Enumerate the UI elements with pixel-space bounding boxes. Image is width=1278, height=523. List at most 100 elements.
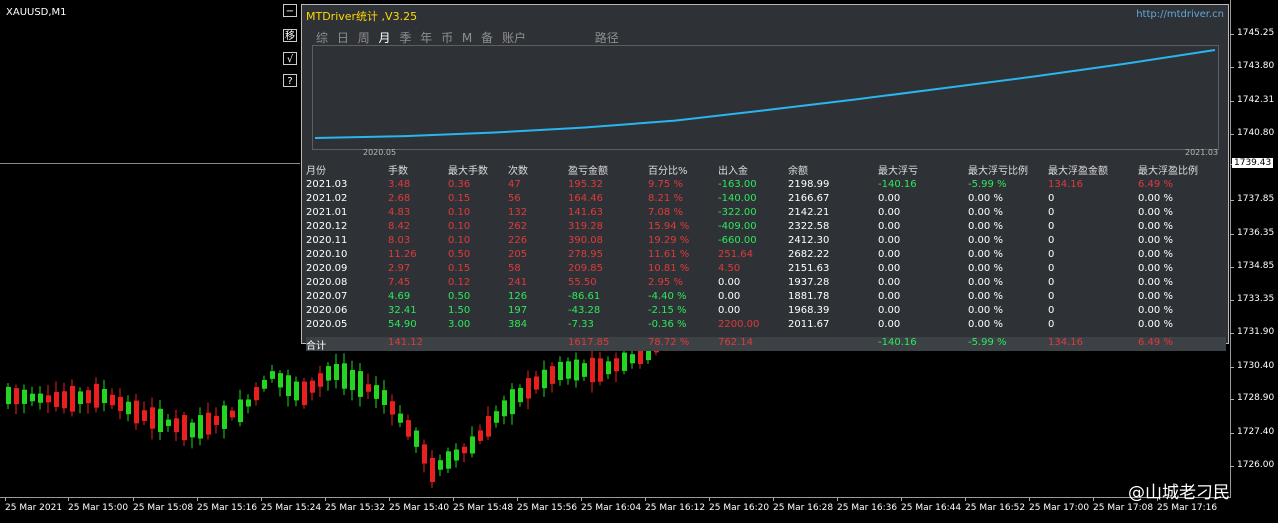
cell-month: 2020.09: [306, 263, 348, 274]
cell-count: 58: [508, 263, 521, 274]
candle-up: [542, 369, 547, 389]
table-row[interactable]: 2020.10 11.26 0.50 205 278.95 11.61 % 251.64 26…: [306, 249, 1226, 263]
cell-month: 2020.12: [306, 221, 348, 232]
col-balance[interactable]: 余额: [788, 162, 808, 177]
time-tick: [837, 497, 838, 501]
cell-max-float-loss: 0.00: [878, 305, 901, 316]
candle-down: [174, 418, 179, 433]
candle-up: [374, 385, 379, 399]
cell-max-float-loss: 0.00: [878, 207, 901, 218]
col-month[interactable]: 月份: [306, 162, 326, 177]
col-max-float-profit[interactable]: 最大浮盈金额: [1048, 162, 1108, 177]
col-max-float-loss[interactable]: 最大浮亏: [878, 162, 918, 177]
total-label: 合计: [306, 341, 326, 352]
col-pl[interactable]: 盈亏金额: [568, 162, 608, 177]
cell-pct: -0.36 %: [648, 319, 687, 330]
candle-up: [278, 373, 283, 388]
table-header: 月份 手数 最大手数 次数 盈亏金额 百分比% 出入金 余额 最大浮亏 最大浮亏…: [306, 162, 1226, 179]
col-flow[interactable]: 出入金: [718, 162, 748, 177]
cell-pct: 9.75 %: [648, 179, 683, 190]
cell-pl: -7.33: [568, 319, 594, 330]
check-button[interactable]: √: [283, 52, 297, 65]
col-lots[interactable]: 手数: [388, 162, 408, 177]
help-button[interactable]: ?: [283, 74, 297, 87]
table-row[interactable]: 2020.11 8.03 0.10 226 390.08 19.29 % -660.00 24…: [306, 235, 1226, 249]
candle-down: [486, 416, 491, 437]
price-label: 1740.80: [1237, 128, 1275, 138]
tab-month[interactable]: 月: [379, 31, 391, 45]
cell-max-float-loss-pct: 0.00 %: [968, 221, 1003, 232]
col-pct[interactable]: 百分比%: [648, 162, 688, 177]
tab-quarter[interactable]: 季: [399, 31, 411, 45]
price-label: 1734.85: [1237, 261, 1275, 271]
candle-down: [62, 391, 67, 409]
cell-max-float-profit: 0: [1048, 249, 1055, 260]
price-tick: [1230, 101, 1234, 102]
time-label: 25 Mar 16:36: [837, 503, 898, 513]
minimize-button[interactable]: −: [283, 4, 297, 17]
cell-max-float-profit: 0: [1048, 263, 1055, 274]
tab-currency[interactable]: 币: [441, 31, 453, 45]
time-tick: [261, 497, 262, 501]
col-max-float-loss-pct[interactable]: 最大浮亏比例: [968, 162, 1028, 177]
col-max-lots[interactable]: 最大手数: [448, 162, 488, 177]
time-tick: [965, 497, 966, 501]
cell-balance: 2322.58: [788, 221, 830, 232]
candle-down: [590, 357, 595, 383]
table-row[interactable]: 2020.09 2.97 0.15 58 209.85 10.81 % 4.50 2151.6…: [306, 263, 1226, 277]
cell-balance: 2682.22: [788, 249, 830, 260]
table-row[interactable]: 2020.07 4.69 0.50 126 -86.61 -4.40 % 0.00 1881.…: [306, 291, 1226, 305]
table-row[interactable]: 2020.05 54.90 3.00 384 -7.33 -0.36 % 2200.00 20…: [306, 319, 1226, 333]
candle-down: [254, 387, 259, 401]
candle-up: [342, 363, 347, 389]
tab-m[interactable]: M: [462, 31, 472, 45]
cell-max-float-profit: 0: [1048, 207, 1055, 218]
move-button[interactable]: 移: [283, 29, 297, 42]
cell-pl: 278.95: [568, 249, 603, 260]
time-tick: [1029, 497, 1030, 501]
candle-down: [430, 457, 435, 483]
candle-down: [86, 390, 91, 404]
table-row[interactable]: 2021.02 2.68 0.15 56 164.46 8.21 % -140.00 2166…: [306, 193, 1226, 207]
candle-down: [142, 410, 147, 421]
cell-max-float-profit-pct: 0.00 %: [1138, 235, 1173, 246]
col-max-float-profit-pct[interactable]: 最大浮盈比例: [1138, 162, 1198, 177]
current-price-label: 1739.43: [1232, 158, 1274, 168]
table-row[interactable]: 2021.03 3.48 0.36 47 195.32 9.75 % -163.00 2198…: [306, 179, 1226, 193]
cell-pl: 390.08: [568, 235, 603, 246]
tab-notes[interactable]: 备: [481, 31, 493, 45]
col-count[interactable]: 次数: [508, 162, 528, 177]
table-row[interactable]: 2021.01 4.83 0.10 132 141.63 7.08 % -322.00 214…: [306, 207, 1226, 221]
candle-down: [310, 380, 315, 393]
tab-year[interactable]: 年: [420, 31, 432, 45]
tab-day[interactable]: 日: [337, 31, 349, 45]
total-pl: 1617.85: [568, 337, 610, 348]
horizontal-line[interactable]: [0, 163, 300, 164]
time-tick: [389, 497, 390, 501]
candle-down: [230, 410, 235, 418]
table-row[interactable]: 2020.12 8.42 0.10 262 319.28 15.94 % -409.00 23…: [306, 221, 1226, 235]
tab-account[interactable]: 账户: [502, 31, 526, 45]
table-row[interactable]: 2020.06 32.41 1.50 197 -43.28 -2.15 % 0.00 1968…: [306, 305, 1226, 319]
cell-max-float-loss-pct: -5.99 %: [968, 179, 1007, 190]
cell-count: 132: [508, 207, 528, 218]
cell-lots: 8.03: [388, 235, 411, 246]
table-row[interactable]: 2020.08 7.45 0.12 241 55.50 2.95 % 0.00 1937.28…: [306, 277, 1226, 291]
cell-count: 56: [508, 193, 521, 204]
tab-week[interactable]: 周: [358, 31, 370, 45]
time-label: 25 Mar 16:28: [773, 503, 834, 513]
candle-up: [502, 400, 507, 417]
cell-max-float-profit-pct: 0.00 %: [1138, 305, 1173, 316]
cell-max-float-loss-pct: 0.00 %: [968, 235, 1003, 246]
cell-flow: 251.64: [718, 249, 753, 260]
cell-max-float-loss-pct: 0.00 %: [968, 291, 1003, 302]
cell-max-float-profit: 0: [1048, 291, 1055, 302]
cell-flow: 2200.00: [718, 319, 760, 330]
cell-flow: -409.00: [718, 221, 757, 232]
tab-route[interactable]: 路径: [595, 31, 619, 45]
candle-up: [158, 408, 163, 433]
website-link[interactable]: http://mtdriver.cn: [1136, 9, 1224, 20]
cell-flow: 0.00: [718, 305, 741, 316]
cell-max-float-profit: 0: [1048, 305, 1055, 316]
tab-summary[interactable]: 综: [316, 31, 328, 45]
